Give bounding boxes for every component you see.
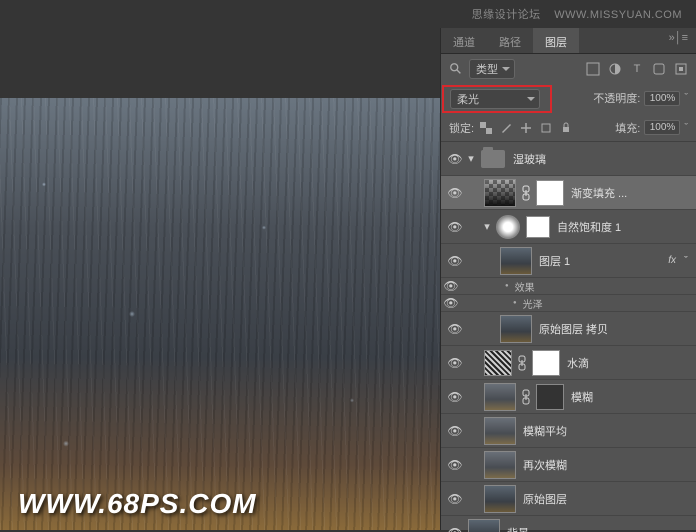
layer-thumb[interactable] [484, 179, 516, 207]
layer-thumb[interactable] [500, 315, 532, 343]
layer-thumb[interactable] [500, 247, 532, 275]
filter-type-icons: T [586, 62, 688, 76]
fill-label: 填充: [615, 120, 640, 136]
mask-thumb[interactable] [536, 384, 564, 410]
layer-effects-heading[interactable]: 👁 效果 [441, 278, 696, 295]
lock-row: 锁定: 填充: 100% ˇ [441, 114, 696, 142]
filter-shape-icon[interactable] [652, 62, 666, 76]
folder-icon [481, 150, 505, 168]
layer-effect-glow[interactable]: 👁 光泽 [441, 295, 696, 312]
opacity-value[interactable]: 100% [644, 91, 680, 106]
layer-name[interactable]: 自然饱和度 1 [557, 219, 692, 235]
mask-thumb[interactable] [532, 350, 560, 376]
fill-value[interactable]: 100% [644, 120, 680, 135]
layer-gradient-fill[interactable]: 👁 渐变填充 ... [441, 176, 696, 210]
visibility-icon[interactable]: 👁 [445, 526, 465, 532]
layer-name[interactable]: 湿玻璃 [513, 151, 692, 167]
watermark-bottom: WWW.68PS.COM [18, 488, 257, 520]
blend-mode-dropdown[interactable]: 柔光 [450, 89, 540, 109]
layer-thumb[interactable] [484, 383, 516, 411]
layer-copy[interactable]: 👁 原始图层 拷贝 [441, 312, 696, 346]
layers-list: 👁 ▾ 湿玻璃 👁 渐变填充 ... 👁 ▾ 自然饱和度 1 👁 图层 1 [441, 142, 696, 532]
panel-tabs: 通道 路径 图层 »│≡ [441, 28, 696, 54]
adjustment-icon[interactable] [496, 215, 520, 239]
lock-paint-icon[interactable] [500, 122, 512, 134]
watermark-top: 思缘设计论坛 WWW.MISSYUAN.COM [472, 6, 682, 22]
filter-text-icon[interactable]: T [630, 62, 644, 76]
visibility-icon[interactable]: 👁 [445, 220, 465, 234]
tab-layers[interactable]: 图层 [533, 28, 579, 53]
lock-artboard-icon[interactable] [540, 122, 552, 134]
blend-mode-value: 柔光 [457, 91, 479, 107]
filter-pixel-icon[interactable] [586, 62, 600, 76]
search-icon[interactable] [449, 62, 463, 76]
lock-transparency-icon[interactable] [480, 122, 492, 134]
chevron-down-icon[interactable]: ˇ [684, 122, 688, 134]
lock-position-icon[interactable] [520, 122, 532, 134]
tab-channels[interactable]: 通道 [441, 28, 487, 53]
layer-thumb[interactable] [484, 451, 516, 479]
lock-label: 锁定: [449, 120, 474, 136]
layer-blur-avg[interactable]: 👁 模糊平均 [441, 414, 696, 448]
visibility-icon[interactable]: 👁 [445, 390, 465, 404]
layer-thumb[interactable] [484, 485, 516, 513]
layer-natural-saturation[interactable]: 👁 ▾ 自然饱和度 1 [441, 210, 696, 244]
visibility-icon[interactable]: 👁 [445, 492, 465, 506]
layer-name[interactable]: 原始图层 拷贝 [539, 321, 692, 337]
link-icon[interactable] [517, 355, 527, 371]
layer-thumb[interactable] [484, 350, 512, 376]
filter-smart-icon[interactable] [674, 62, 688, 76]
filter-adjustment-icon[interactable] [608, 62, 622, 76]
mask-thumb[interactable] [526, 216, 550, 238]
layer-filter-row: 类型 T [441, 54, 696, 84]
layer-thumb[interactable] [484, 417, 516, 445]
layer-name[interactable]: 原始图层 [523, 491, 692, 507]
effects-label: 效果 [461, 278, 535, 294]
layer-group[interactable]: 👁 ▾ 湿玻璃 [441, 142, 696, 176]
disclose-icon[interactable]: ▾ [465, 152, 477, 165]
visibility-icon[interactable]: 👁 [445, 152, 465, 166]
panel-menu-icon[interactable]: »│≡ [661, 28, 696, 53]
visibility-icon[interactable]: 👁 [445, 356, 465, 370]
visibility-icon[interactable]: 👁 [445, 322, 465, 336]
visibility-icon[interactable]: 👁 [445, 254, 465, 268]
visibility-icon[interactable]: 👁 [445, 424, 465, 438]
link-icon[interactable] [521, 185, 531, 201]
tab-paths[interactable]: 路径 [487, 28, 533, 53]
layer-name[interactable]: 背景 [507, 525, 692, 532]
layer-drops[interactable]: 👁 水滴 [441, 346, 696, 380]
layer-1[interactable]: 👁 图层 1 fx ˇ [441, 244, 696, 278]
layer-name[interactable]: 再次模糊 [523, 457, 692, 473]
layer-name[interactable]: 模糊 [571, 389, 692, 405]
lock-all-icon[interactable] [560, 122, 572, 134]
link-icon[interactable] [521, 389, 531, 405]
visibility-icon[interactable]: 👁 [441, 296, 461, 310]
blend-mode-row: 柔光 不透明度: 100% ˇ [441, 84, 696, 114]
disclose-icon[interactable]: ▾ [481, 220, 493, 233]
fx-indicator[interactable]: fx [668, 255, 676, 266]
mask-thumb[interactable] [536, 180, 564, 206]
filter-kind-label: 类型 [476, 61, 498, 77]
watermark-top-left: 思缘设计论坛 [472, 9, 541, 21]
filter-kind-dropdown[interactable]: 类型 [469, 59, 515, 79]
fx-disclose-icon[interactable]: ˇ [680, 255, 692, 267]
visibility-icon[interactable]: 👁 [441, 279, 461, 293]
watermark-top-right: WWW.MISSYUAN.COM [554, 9, 682, 21]
layer-original[interactable]: 👁 原始图层 [441, 482, 696, 516]
layer-name[interactable]: 水滴 [567, 355, 692, 371]
layer-name[interactable]: 图层 1 [539, 253, 668, 269]
chevron-down-icon[interactable]: ˇ [684, 92, 688, 104]
layer-name[interactable]: 模糊平均 [523, 423, 692, 439]
layers-panel: 通道 路径 图层 »│≡ 类型 T 柔光 不透明度: 100% ˇ 锁定: [440, 28, 696, 530]
visibility-icon[interactable]: 👁 [445, 186, 465, 200]
opacity-label: 不透明度: [593, 90, 640, 106]
canvas-image [0, 98, 440, 530]
layer-blur[interactable]: 👁 模糊 [441, 380, 696, 414]
layer-reblur[interactable]: 👁 再次模糊 [441, 448, 696, 482]
effect-name: 光泽 [461, 295, 543, 311]
layer-name[interactable]: 渐变填充 ... [571, 185, 692, 201]
visibility-icon[interactable]: 👁 [445, 458, 465, 472]
